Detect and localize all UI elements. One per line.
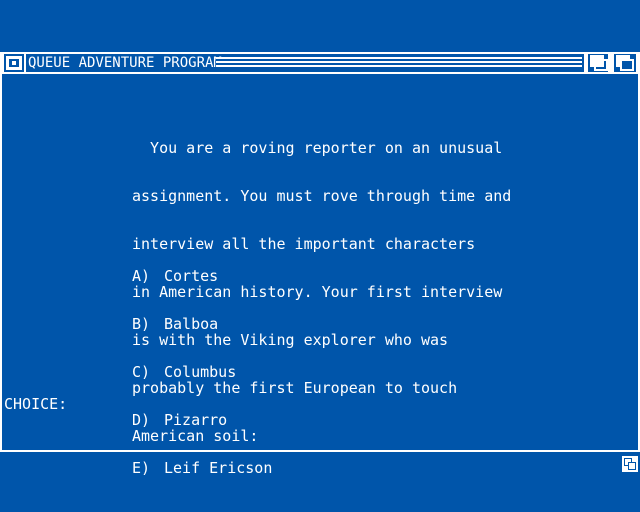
choice-prompt[interactable]: CHOICE:: [4, 396, 75, 412]
title-bar[interactable]: QUEUE ADVENTURE PROGRAM: [0, 52, 640, 74]
story-line: You are a roving reporter on an unusual: [132, 139, 503, 157]
option-text: Leif Ericson: [164, 459, 273, 477]
answer-options: A) Cortes B) Balboa C) Columbus D) Pizarro E…: [132, 236, 272, 508]
option-e: E) Leif Ericson: [132, 460, 272, 476]
option-text: Pizarro: [164, 411, 228, 429]
window-border-bottom: [0, 450, 640, 452]
text-content-area: You are a roving reporter on an unusual …: [2, 74, 638, 476]
depth-back-icon[interactable]: [588, 54, 608, 72]
option-a: A) Cortes: [132, 268, 272, 284]
resize-icon[interactable]: [622, 456, 638, 472]
option-c: C) Columbus: [132, 364, 272, 380]
program-window: QUEUE ADVENTURE PROGRAM You are a roving…: [0, 52, 640, 476]
option-letter: B): [132, 315, 151, 333]
option-letter: D): [132, 411, 151, 429]
title-drag-bar[interactable]: QUEUE ADVENTURE PROGRAM: [26, 54, 584, 72]
story-line: assignment. You must rove through time a…: [132, 187, 512, 205]
window-title: QUEUE ADVENTURE PROGRAM: [28, 54, 226, 72]
depth-front-icon[interactable]: [614, 54, 636, 72]
option-text: Cortes: [164, 267, 219, 285]
option-text: Balboa: [164, 315, 219, 333]
close-gadget-icon[interactable]: [4, 54, 24, 72]
option-letter: E): [132, 459, 151, 477]
option-b: B) Balboa: [132, 316, 272, 332]
option-text: Columbus: [164, 363, 237, 381]
option-letter: C): [132, 363, 151, 381]
title-stripes: [216, 57, 582, 69]
option-d: D) Pizarro: [132, 412, 272, 428]
choice-label: CHOICE:: [4, 395, 68, 413]
option-letter: A): [132, 267, 151, 285]
text-cursor: [67, 397, 75, 411]
